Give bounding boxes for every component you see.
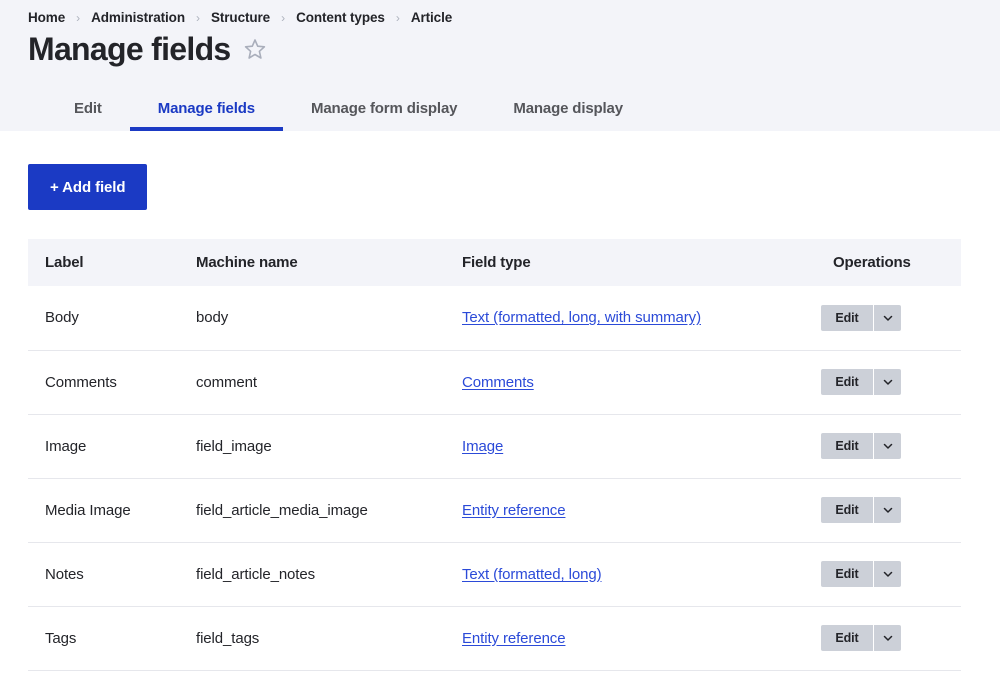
main-content: + Add field Label Machine name Field typ… xyxy=(0,131,1000,671)
cell-label: Tags xyxy=(28,606,179,671)
cell-field-type: Text (formatted, long, with summary) xyxy=(445,286,816,351)
cell-label: Comments xyxy=(28,350,179,415)
breadcrumb-item-administration[interactable]: Administration xyxy=(91,10,185,25)
breadcrumb-item-structure[interactable]: Structure xyxy=(211,10,270,25)
edit-button[interactable]: Edit xyxy=(821,497,873,523)
table-row: Body body Text (formatted, long, with summ… xyxy=(28,286,961,351)
edit-button[interactable]: Edit xyxy=(821,625,873,651)
field-type-link[interactable]: Text (formatted, long) xyxy=(462,566,602,583)
field-type-link[interactable]: Entity reference xyxy=(462,630,566,647)
cell-operations: Edit xyxy=(816,350,961,415)
chevron-down-icon[interactable] xyxy=(874,433,901,459)
cell-machine-name: body xyxy=(179,286,445,351)
cell-machine-name: field_article_notes xyxy=(179,542,445,607)
cell-label: Media Image xyxy=(28,478,179,543)
cell-operations: Edit xyxy=(816,542,961,607)
chevron-down-icon[interactable] xyxy=(874,497,901,523)
table-row: Media Image field_article_media_image Enti… xyxy=(28,478,961,543)
breadcrumb-item-home[interactable]: Home xyxy=(28,10,65,25)
cell-label: Image xyxy=(28,414,179,479)
chevron-down-icon[interactable] xyxy=(874,305,901,331)
tab-edit[interactable]: Edit xyxy=(46,100,130,131)
breadcrumb-separator-icon: › xyxy=(195,10,200,25)
tab-manage-fields[interactable]: Manage fields xyxy=(129,100,284,131)
cell-operations: Edit xyxy=(816,478,961,543)
cell-label: Body xyxy=(28,286,179,351)
add-field-button[interactable]: + Add field xyxy=(28,164,148,210)
breadcrumb-separator-icon: › xyxy=(395,10,400,25)
table-header-row: Label Machine name Field type Operations xyxy=(28,239,961,286)
chevron-down-icon[interactable] xyxy=(874,369,901,395)
column-header-field-type: Field type xyxy=(445,239,816,286)
cell-machine-name: field_tags xyxy=(179,606,445,671)
cell-machine-name: field_article_media_image xyxy=(179,478,445,543)
cell-machine-name: field_image xyxy=(179,414,445,479)
cell-operations: Edit xyxy=(816,606,961,671)
operations-split-button: Edit xyxy=(821,625,901,651)
field-type-link[interactable]: Comments xyxy=(462,374,534,391)
operations-split-button: Edit xyxy=(821,433,901,459)
primary-tabs: Edit Manage fields Manage form display Mana… xyxy=(0,87,651,131)
cell-field-type: Entity reference xyxy=(445,606,816,671)
breadcrumb-item-article[interactable]: Article xyxy=(411,10,452,25)
edit-button[interactable]: Edit xyxy=(821,561,873,587)
column-header-operations: Operations xyxy=(816,239,961,286)
edit-button[interactable]: Edit xyxy=(821,305,873,331)
chevron-down-icon[interactable] xyxy=(874,561,901,587)
cell-field-type: Entity reference xyxy=(445,478,816,543)
table-row: Tags field_tags Entity reference Edit xyxy=(28,606,961,671)
cell-machine-name: comment xyxy=(179,350,445,415)
operations-split-button: Edit xyxy=(821,304,901,331)
operations-split-button: Edit xyxy=(821,561,901,587)
breadcrumb: Home › Administration › Structure › Content ty… xyxy=(0,0,1000,25)
field-type-link[interactable]: Entity reference xyxy=(462,502,566,519)
table-row: Comments comment Comments Edit xyxy=(28,350,961,415)
operations-split-button: Edit xyxy=(821,497,901,523)
field-type-link[interactable]: Text (formatted, long, with summary) xyxy=(462,309,701,326)
page-title: Manage fields xyxy=(28,31,231,67)
chevron-down-icon[interactable] xyxy=(874,625,901,651)
breadcrumb-separator-icon: › xyxy=(281,10,286,25)
edit-button[interactable]: Edit xyxy=(821,369,873,395)
cell-field-type: Comments xyxy=(445,350,816,415)
page-header: Home › Administration › Structure › Content ty… xyxy=(0,0,1000,131)
cell-operations: Edit xyxy=(816,286,961,351)
tab-manage-display[interactable]: Manage display xyxy=(485,100,651,131)
cell-field-type: Image xyxy=(445,414,816,479)
star-outline-icon[interactable] xyxy=(243,37,267,66)
table-body: Body body Text (formatted, long, with summ… xyxy=(28,286,961,671)
operations-split-button: Edit xyxy=(821,369,901,395)
table-row: Notes field_article_notes Text (formatted,… xyxy=(28,542,961,607)
cell-field-type: Text (formatted, long) xyxy=(445,542,816,607)
edit-button[interactable]: Edit xyxy=(821,433,873,459)
column-header-label: Label xyxy=(28,239,179,286)
tab-manage-form-display[interactable]: Manage form display xyxy=(283,100,485,131)
breadcrumb-item-content-types[interactable]: Content types xyxy=(296,10,385,25)
table-row: Image field_image Image Edit xyxy=(28,414,961,479)
cell-operations: Edit xyxy=(816,414,961,479)
cell-label: Notes xyxy=(28,542,179,607)
fields-table: Label Machine name Field type Operations… xyxy=(28,239,961,671)
page-title-row: Manage fields xyxy=(0,24,1000,69)
field-type-link[interactable]: Image xyxy=(462,438,503,455)
column-header-machine-name: Machine name xyxy=(179,239,445,286)
table-header: Label Machine name Field type Operations xyxy=(28,239,961,286)
breadcrumb-separator-icon: › xyxy=(76,10,81,25)
